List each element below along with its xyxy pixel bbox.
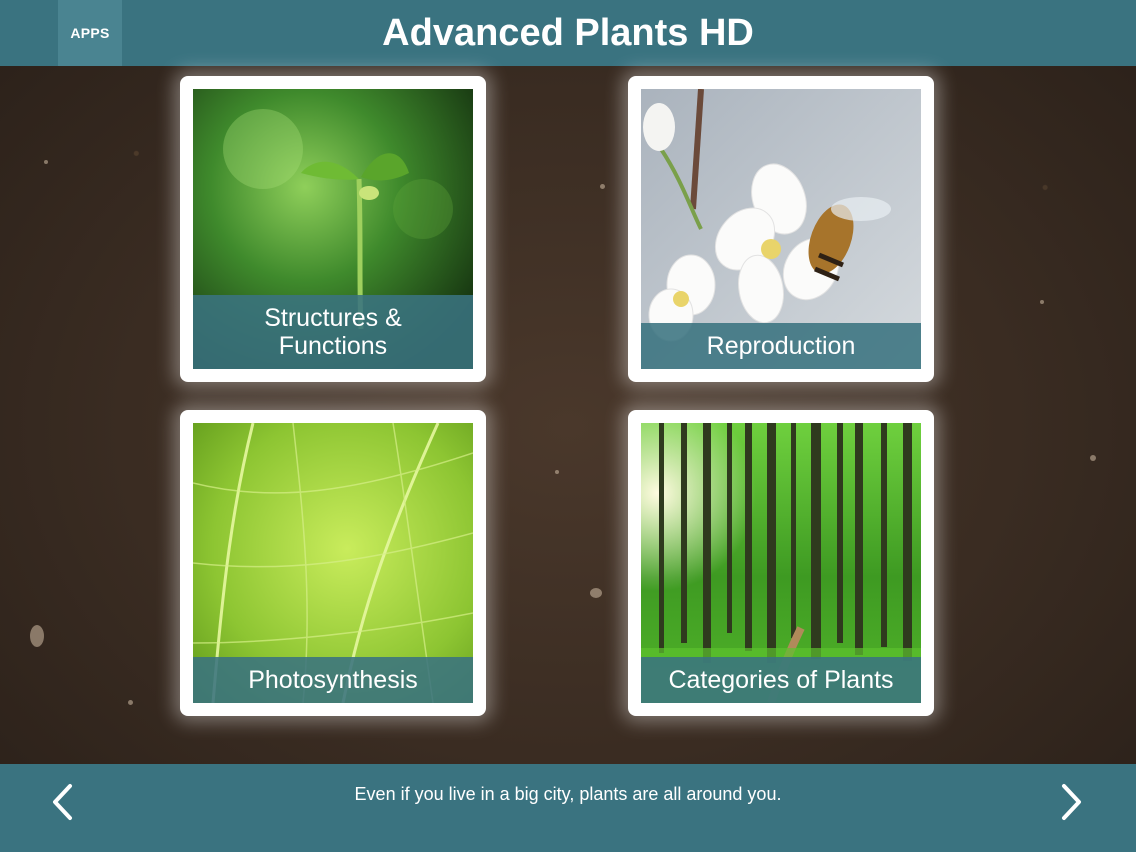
apps-button[interactable]: APPS bbox=[58, 0, 122, 66]
tile-label: Structures & Functions bbox=[193, 295, 473, 369]
soil-speck bbox=[600, 184, 605, 189]
tile-reproduction[interactable]: Reproduction bbox=[628, 76, 934, 382]
chevron-right-icon bbox=[1062, 784, 1081, 820]
soil-speck bbox=[30, 625, 44, 647]
tile-photosynthesis[interactable]: Photosynthesis bbox=[180, 410, 486, 716]
tile-label: Photosynthesis bbox=[193, 657, 473, 703]
previous-button[interactable] bbox=[40, 780, 84, 824]
soil-speck bbox=[44, 160, 48, 164]
header-bar: APPS Advanced Plants HD bbox=[0, 0, 1136, 66]
app-title: Advanced Plants HD bbox=[382, 11, 754, 54]
tile-label-line1: Structures & bbox=[264, 304, 402, 332]
footer-bar: Even if you live in a big city, plants a… bbox=[0, 764, 1136, 852]
tile-categories-of-plants[interactable]: Categories of Plants bbox=[628, 410, 934, 716]
app-screen: APPS Advanced Plants HD Structures & Fun… bbox=[0, 0, 1136, 852]
tile-structures-functions[interactable]: Structures & Functions bbox=[180, 76, 486, 382]
tile-label-line2: Functions bbox=[278, 332, 388, 360]
soil-speck bbox=[1040, 300, 1044, 304]
soil-speck bbox=[590, 588, 602, 598]
tile-label: Categories of Plants bbox=[641, 657, 921, 703]
chevron-left-icon bbox=[53, 784, 72, 820]
next-button[interactable] bbox=[1050, 780, 1094, 824]
soil-speck bbox=[1090, 455, 1096, 461]
soil-speck bbox=[555, 470, 559, 474]
footer-caption: Even if you live in a big city, plants a… bbox=[354, 784, 782, 804]
soil-speck bbox=[128, 700, 133, 705]
tile-label: Reproduction bbox=[641, 323, 921, 369]
